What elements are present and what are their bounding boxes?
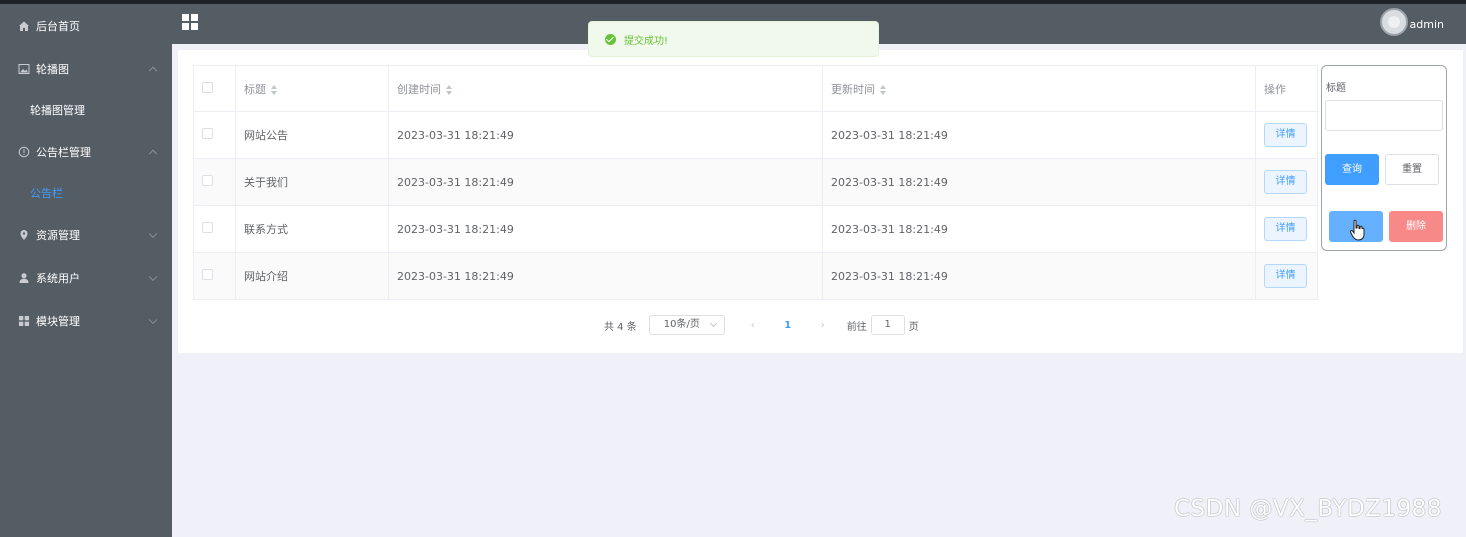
user-icon — [19, 272, 29, 283]
table-row: 关于我们 2023-03-31 18:21:49 2023-03-31 18:2… — [193, 158, 1318, 206]
avatar[interactable] — [1380, 8, 1408, 36]
cell-updated: 2023-03-31 18:21:49 — [822, 252, 1256, 300]
cell-updated: 2023-03-31 18:21:49 — [822, 111, 1256, 159]
sidebar-subitem-notice[interactable]: 公告栏 — [0, 173, 172, 213]
info-icon — [18, 146, 30, 157]
username[interactable]: admin — [1410, 18, 1444, 31]
table-row: 网站介绍 2023-03-31 18:21:49 2023-03-31 18:2… — [193, 252, 1318, 300]
filter-panel: 标题 查询 重置 删除 — [1321, 65, 1447, 251]
watermark: CSDN @VX_BYDZ1988 — [1174, 496, 1442, 522]
delete-button[interactable]: 删除 — [1389, 211, 1443, 242]
detail-button[interactable]: 详情 — [1264, 170, 1307, 194]
sidebar-item-resources[interactable]: 资源管理 — [0, 213, 172, 256]
notice-table: 标题 创建时间 更新时间 操作 网站公告 2023-03-31 18:21:49… — [193, 65, 1318, 300]
chevron-down-icon — [148, 229, 158, 238]
row-select-cell — [193, 111, 236, 159]
goto-suffix: 页 — [908, 321, 919, 333]
cell-updated: 2023-03-31 18:21:49 — [822, 205, 1256, 253]
cell-title: 网站公告 — [235, 111, 389, 159]
sidebar-item-label: 后台首页 — [36, 19, 80, 33]
toast-message: 提交成功! — [624, 35, 669, 47]
column-header-created[interactable]: 创建时间 — [388, 65, 823, 112]
grid-icon — [19, 315, 29, 326]
sidebar-item-modules[interactable]: 模块管理 — [0, 299, 172, 342]
table-row: 网站公告 2023-03-31 18:21:49 2023-03-31 18:2… — [193, 111, 1318, 159]
cell-updated: 2023-03-31 18:21:49 — [822, 158, 1256, 206]
cell-created: 2023-03-31 18:21:49 — [388, 205, 823, 253]
cell-actions: 详情 — [1255, 158, 1318, 206]
sidebar: 后台首页 轮播图 轮播图管理 公告栏管理 公告栏 资源管理 系统用户 模块管理 — [0, 4, 172, 537]
detail-button[interactable]: 详情 — [1264, 264, 1307, 288]
row-checkbox[interactable] — [202, 128, 213, 139]
goto-prefix: 前往 — [846, 321, 867, 333]
image-icon — [18, 63, 30, 74]
row-checkbox[interactable] — [202, 269, 213, 280]
chevron-down-icon — [709, 319, 717, 328]
cell-actions: 详情 — [1255, 205, 1318, 253]
sidebar-item-label: 公告栏管理 — [36, 145, 91, 159]
chevron-up-icon — [148, 149, 158, 158]
pagination-total: 共 4 条 — [604, 321, 637, 333]
cell-actions: 详情 — [1255, 111, 1318, 159]
select-all-cell — [193, 65, 236, 112]
location-icon — [20, 229, 28, 240]
reset-button[interactable]: 重置 — [1385, 154, 1439, 185]
success-toast: 提交成功! — [588, 21, 879, 57]
chevron-down-icon — [148, 315, 158, 324]
title-filter-input[interactable] — [1325, 100, 1443, 131]
sort-icon[interactable] — [271, 84, 277, 95]
sidebar-subitem-label: 公告栏 — [30, 187, 63, 200]
sidebar-item-carousel[interactable]: 轮播图 — [0, 47, 172, 90]
row-select-cell — [193, 252, 236, 300]
row-select-cell — [193, 205, 236, 253]
sidebar-item-notice-manage[interactable]: 公告栏管理 — [0, 130, 172, 173]
column-header-title[interactable]: 标题 — [235, 65, 389, 112]
cell-created: 2023-03-31 18:21:49 — [388, 252, 823, 300]
hand-cursor-icon — [1349, 219, 1365, 241]
sidebar-item-label: 资源管理 — [36, 228, 80, 242]
sidebar-subitem-label: 轮播图管理 — [30, 104, 85, 117]
column-header-updated[interactable]: 更新时间 — [822, 65, 1256, 112]
table-row: 联系方式 2023-03-31 18:21:49 2023-03-31 18:2… — [193, 205, 1318, 253]
select-all-checkbox[interactable] — [202, 81, 213, 93]
detail-button[interactable]: 详情 — [1264, 217, 1307, 241]
detail-button[interactable]: 详情 — [1264, 123, 1307, 147]
chevron-up-icon — [148, 66, 158, 75]
column-header-actions: 操作 — [1255, 65, 1318, 112]
check-circle-icon — [605, 33, 616, 45]
prev-page-icon[interactable]: ‹ — [747, 320, 759, 331]
query-button[interactable]: 查询 — [1325, 154, 1379, 185]
page-number-current[interactable]: 1 — [759, 320, 817, 331]
chevron-down-icon — [148, 272, 158, 281]
row-checkbox[interactable] — [202, 222, 213, 233]
menu-toggle-icon[interactable] — [182, 14, 198, 30]
next-page-icon[interactable]: › — [817, 320, 829, 331]
goto-page-input[interactable]: 1 — [870, 315, 905, 335]
row-select-cell — [193, 158, 236, 206]
sidebar-item-home[interactable]: 后台首页 — [0, 4, 172, 47]
sidebar-subitem-carousel-manage[interactable]: 轮播图管理 — [0, 90, 172, 130]
table-header-row: 标题 创建时间 更新时间 操作 — [193, 65, 1318, 112]
sidebar-item-label: 轮播图 — [36, 62, 69, 76]
cell-created: 2023-03-31 18:21:49 — [388, 111, 823, 159]
sort-icon[interactable] — [446, 84, 452, 95]
sidebar-item-label: 模块管理 — [36, 314, 80, 328]
page-size-select[interactable]: 10条/页 — [648, 315, 725, 335]
pagination: 共 4 条 10条/页 ‹ 1 › 前往 1 页 — [604, 315, 919, 335]
cell-title: 联系方式 — [235, 205, 389, 253]
title-filter-label: 标题 — [1326, 83, 1346, 94]
sidebar-item-label: 系统用户 — [36, 271, 80, 285]
home-icon — [19, 21, 29, 31]
sort-icon[interactable] — [880, 84, 886, 95]
row-checkbox[interactable] — [202, 175, 213, 186]
cell-actions: 详情 — [1255, 252, 1318, 300]
cell-title: 网站介绍 — [235, 252, 389, 300]
cell-created: 2023-03-31 18:21:49 — [388, 158, 823, 206]
sidebar-item-system-users[interactable]: 系统用户 — [0, 256, 172, 299]
cell-title: 关于我们 — [235, 158, 389, 206]
